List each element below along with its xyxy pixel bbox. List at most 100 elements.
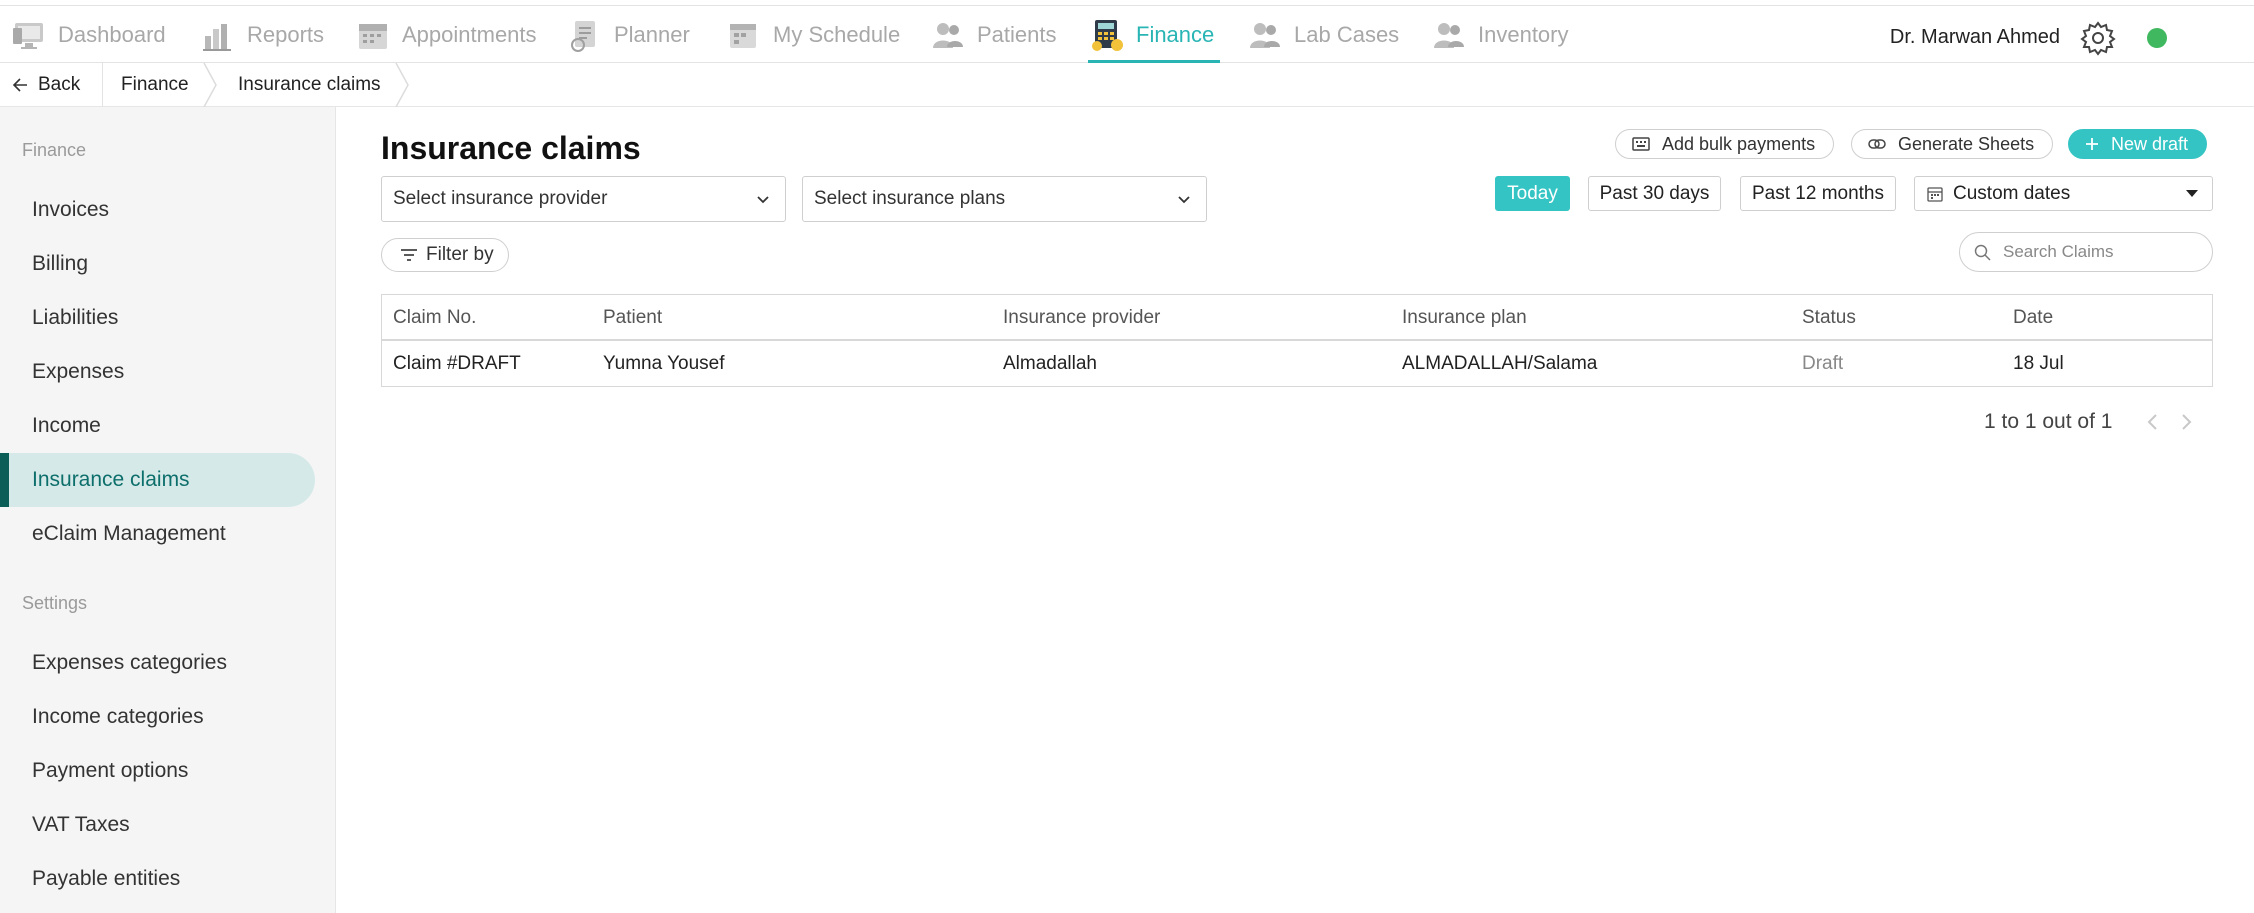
sidebar-item-liabilities[interactable]: Liabilities [0,291,315,345]
nav-item-my-schedule[interactable]: My Schedule [727,6,900,63]
patient-cell: Yumna Yousef [603,352,725,374]
nav-item-lab-cases[interactable]: Lab Cases [1248,6,1399,63]
sidebar-item-payment-options[interactable]: Payment options [0,744,315,798]
nav-item-finance[interactable]: Finance [1087,6,1221,63]
chevron-right-icon [203,63,217,107]
column-header-insurance-plan[interactable]: Insurance plan [1402,295,1527,340]
search-input[interactable] [2003,242,2203,262]
new-draft-button[interactable]: New draft [2068,129,2208,159]
table-header-row: Claim No. Patient Insurance provider Ins… [382,295,2212,341]
nav-label: Inventory [1478,21,1569,47]
search-claims-field[interactable] [1959,232,2213,272]
select-placeholder: Select insurance plans [814,188,1006,209]
sidebar: Finance Invoices Billing Liabilities Exp… [0,107,336,913]
select-placeholder: Select insurance provider [393,188,608,209]
nav-label: Patients [977,21,1057,47]
column-header-status[interactable]: Status [1802,295,1856,340]
sidebar-item-billing[interactable]: Billing [0,237,315,291]
sidebar-item-insurance-claims[interactable]: Insurance claims [0,453,315,507]
calendar-icon [1927,186,1943,202]
nav-item-reports[interactable]: Reports [201,6,324,63]
custom-dates-label: Custom dates [1953,182,2071,204]
sidebar-item-expenses-categories[interactable]: Expenses categories [0,636,315,690]
sidebar-item-eclaim-management[interactable]: eClaim Management [0,507,315,561]
online-status-dot [2147,28,2167,48]
reports-icon [201,18,235,52]
claims-table: Claim No. Patient Insurance provider Ins… [381,294,2213,387]
gear-icon[interactable] [2080,20,2116,56]
user-name[interactable]: Dr. Marwan Ahmed [1890,26,2060,49]
insurance-provider-select[interactable]: Select insurance provider [381,176,786,222]
chevron-right-icon [395,63,409,107]
nav-label: Finance [1136,21,1215,47]
breadcrumb: Back Finance Insurance claims [0,63,2254,107]
button-label: Add bulk payments [1662,133,1816,154]
add-bulk-payments-button[interactable]: Add bulk payments [1615,129,1835,159]
nav-label: My Schedule [773,21,901,47]
arrow-left-icon [12,77,28,93]
date-cell: 18 Jul [2013,352,2064,374]
filter-icon [400,248,418,262]
nav-label: Dashboard [58,21,166,47]
sidebar-item-vat-taxes[interactable]: VAT Taxes [0,798,315,852]
sidebar-section-finance: Finance [22,140,87,160]
provider-cell: Almadallah [1003,352,1097,374]
range-past-30-days-button[interactable]: Past 30 days [1588,176,1721,211]
divider [102,63,103,107]
caret-down-icon [2186,190,2198,197]
breadcrumb-finance[interactable]: Finance [121,63,189,107]
back-label: Back [38,74,81,95]
plus-icon [2085,137,2099,151]
keyboard-icon [1632,137,1650,151]
nav-item-inventory[interactable]: Inventory [1432,6,1569,63]
column-header-date[interactable]: Date [2013,295,2053,340]
column-header-patient[interactable]: Patient [603,295,662,340]
link-icon [1868,138,1886,150]
filter-label: Filter by [426,244,494,265]
chevron-down-icon [1178,196,1190,204]
pagination-summary: 1 to 1 out of 1 [1984,410,2113,433]
claim-no-cell: Claim #DRAFT [393,352,521,374]
nav-label: Planner [614,21,690,47]
nav-item-patients[interactable]: Patients [931,6,1057,63]
sidebar-item-income-categories[interactable]: Income categories [0,690,315,744]
appointments-icon [356,18,390,52]
status-cell: Draft [1802,352,1844,374]
button-label: New draft [2111,133,2189,154]
plan-cell: ALMADALLAH/Salama [1402,352,1598,374]
dashboard-icon [12,18,46,52]
column-header-insurance-provider[interactable]: Insurance provider [1003,295,1160,340]
page-title: Insurance claims [381,130,641,166]
nav-item-dashboard[interactable]: Dashboard [12,6,166,63]
finance-icon [1090,18,1124,52]
generate-sheets-button[interactable]: Generate Sheets [1851,129,2054,159]
nav-item-appointments[interactable]: Appointments [356,6,537,63]
sidebar-section-settings: Settings [22,593,88,613]
top-navigation: Dashboard Reports Appointments Planner M… [0,5,2254,63]
search-icon [1974,244,1991,261]
column-header-claim-no[interactable]: Claim No. [393,295,476,340]
nav-label: Reports [247,21,325,47]
sidebar-item-payable-entities[interactable]: Payable entities [0,852,315,906]
range-past-12-months-button[interactable]: Past 12 months [1740,176,1896,211]
sidebar-item-invoices[interactable]: Invoices [0,183,315,237]
button-label: Generate Sheets [1898,133,2035,154]
nav-item-planner[interactable]: Planner [568,6,690,63]
nav-label: Lab Cases [1294,21,1400,47]
sidebar-item-income[interactable]: Income [0,399,315,453]
table-row[interactable]: Claim #DRAFT Yumna Yousef Almadallah ALM… [382,341,2212,386]
schedule-icon [727,18,761,52]
chevron-down-icon [757,196,769,204]
inventory-icon [1432,18,1466,52]
sidebar-item-expenses[interactable]: Expenses [0,345,315,399]
custom-dates-select[interactable]: Custom dates [1914,176,2213,211]
patients-icon [931,18,965,52]
range-today-button[interactable]: Today [1495,176,1570,211]
back-button[interactable]: Back [12,63,80,107]
filter-by-button[interactable]: Filter by [381,238,509,272]
insurance-plans-select[interactable]: Select insurance plans [802,176,1207,222]
next-page-icon[interactable] [2176,412,2196,432]
breadcrumb-insurance-claims[interactable]: Insurance claims [238,63,381,107]
previous-page-icon[interactable] [2143,412,2163,432]
lab-cases-icon [1248,18,1282,52]
